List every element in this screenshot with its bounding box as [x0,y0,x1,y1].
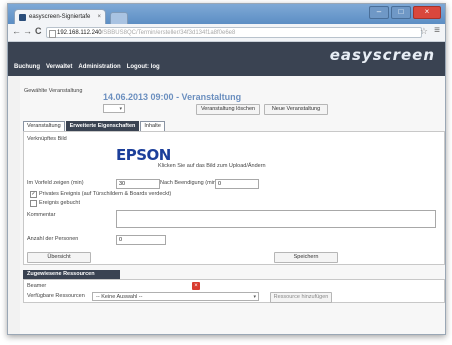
browser-window: easyscreen-Signiertafe × – □ × ← → C 192… [7,3,446,335]
bookmark-star-icon[interactable]: ☆ [420,26,428,37]
comment-label: Kommentar [27,212,56,218]
pre-show-label: Im Vorfeld zeigen (min) [27,180,84,186]
available-resources-value: -- Keine Auswahl -- [96,294,143,300]
overview-button[interactable]: Übersicht [27,252,91,263]
post-show-label: Nach Beendigung (min) [160,180,218,186]
assigned-resource-item: Beamer [27,283,47,289]
nav-verwaltet[interactable]: Verwaltet [46,64,72,70]
save-button[interactable]: Speichern [274,252,338,263]
nav-buchung[interactable]: Buchung [14,64,40,70]
add-resource-button[interactable]: Ressource hinzufügen [270,292,332,303]
participants-label: Anzahl der Personen [27,236,79,242]
participants-input[interactable]: 0 [116,235,166,245]
comment-textarea[interactable] [116,210,436,228]
app-nav: Buchung Verwaltet Administration Logout:… [14,64,160,70]
close-window-button[interactable]: × [413,6,441,19]
available-resources-select[interactable]: -- Keine Auswahl -- ▾ [92,292,259,301]
delete-resource-icon[interactable]: × [192,282,200,290]
nav-administration[interactable]: Administration [78,64,120,70]
url-host: 192.168.112.240 [57,30,102,36]
page-icon [49,30,56,38]
window-controls: – □ × [369,6,441,19]
image-hint: Klicken Sie auf das Bild zum Upload/Ände… [158,163,266,169]
forward-icon[interactable]: → [23,26,32,36]
post-show-input[interactable]: 0 [215,179,259,189]
linked-image-label: Verknüpftes Bild [27,136,67,142]
private-event-label: Privates Ereignis (auf Türschildern & Bo… [39,191,172,197]
assigned-resources-header: Zugewiesene Ressourcen [23,270,120,279]
browser-menu-icon[interactable]: ≡ [434,25,440,36]
favicon-icon [19,14,26,21]
available-resources-label: Verfügbare Ressourcen [27,293,85,299]
tab-close-icon[interactable]: × [97,10,101,24]
event-title: 14.06.2013 09:00 - Veranstaltung [103,92,242,102]
browser-titlebar: easyscreen-Signiertafe × – □ × [8,4,445,25]
tab-title: easyscreen-Signiertafe [29,14,91,20]
main-content: Gewählte Veranstaltung 14.06.2013 09:00 … [20,76,445,334]
back-icon[interactable]: ← [12,26,21,36]
url-path: /SBBUS8QC/Termin/ersteller/34f3d134f1a8f… [101,30,236,36]
minimize-button[interactable]: – [369,6,389,19]
app-header: easyscreen Buchung Verwaltet Administrat… [8,42,445,76]
pre-show-input[interactable]: 30 [116,179,160,189]
resources-panel: Beamer × Verfügbare Ressourcen -- Keine … [23,279,445,303]
nav-logout[interactable]: Logout: log [127,64,160,70]
event-select[interactable]: ▾ [103,104,125,113]
linked-image[interactable]: EPSON [116,146,171,164]
reload-icon[interactable]: C [35,26,42,36]
booked-event-label: Ereignis gebucht [39,200,80,206]
address-bar: ← → C 192.168.112.240/SBBUS8QC/Termin/er… [8,24,445,42]
booked-event-checkbox[interactable] [30,200,37,207]
app-logo: easyscreen [329,46,435,64]
url-field[interactable]: 192.168.112.240/SBBUS8QC/Termin/erstelle… [46,27,422,38]
delete-event-button[interactable]: Veranstaltung löschen [196,104,260,115]
chevron-down-icon: ▾ [253,294,256,300]
new-event-button[interactable]: Neue Veranstaltung [264,104,328,115]
private-event-checkbox[interactable]: ✓ [30,191,37,198]
maximize-button[interactable]: □ [391,6,411,19]
browser-tab[interactable]: easyscreen-Signiertafe × [14,9,106,24]
selected-event-label: Gewählte Veranstaltung [24,88,83,94]
properties-panel: Verknüpftes Bild EPSON Klicken Sie auf d… [23,131,445,265]
chevron-down-icon: ▾ [119,106,122,112]
